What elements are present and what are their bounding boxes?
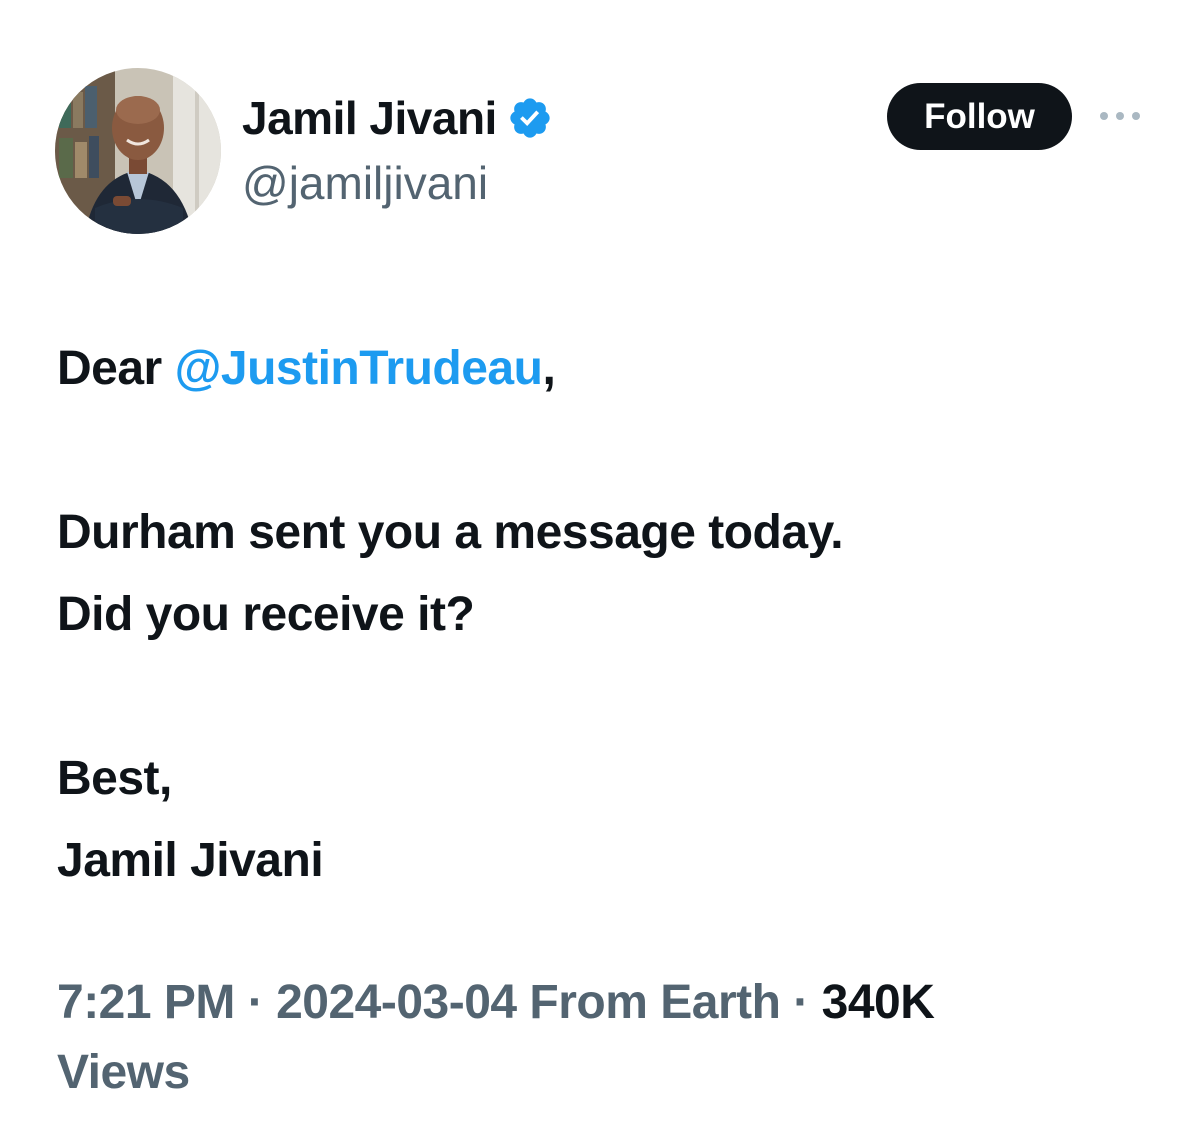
- tweet-text: Dear @JustinTrudeau, Durham sent you a m…: [57, 328, 1157, 902]
- tweet-meta: 7:21 PM · 2024-03-04 From Earth · 340K V…: [57, 968, 1157, 1108]
- tweet-line-3: Did you receive it?: [57, 588, 475, 641]
- tweet-line-greeting: Dear @JustinTrudeau,: [57, 328, 1157, 410]
- more-horizontal-icon[interactable]: [1098, 104, 1142, 128]
- tweet-line-5: Jamil Jivani: [57, 834, 324, 887]
- tweet-line-2: Durham sent you a message today.: [57, 506, 844, 559]
- mention-link[interactable]: @JustinTrudeau: [175, 342, 543, 395]
- tweet-date[interactable]: 2024-03-04: [276, 976, 517, 1029]
- author-display-name[interactable]: Jamil Jivani: [242, 95, 497, 141]
- views-label[interactable]: Views: [57, 1046, 190, 1099]
- meta-separator: ·: [234, 976, 277, 1029]
- avatar[interactable]: [55, 68, 221, 234]
- views-count[interactable]: 340K: [822, 976, 935, 1029]
- greeting-suffix: ,: [542, 342, 556, 395]
- author-handle[interactable]: @jamiljivani: [242, 160, 488, 206]
- meta-separator: ·: [780, 976, 822, 1029]
- tweet-line-4: Best,: [57, 752, 172, 805]
- greeting-prefix: Dear: [57, 342, 175, 395]
- tweet-time[interactable]: 7:21 PM: [57, 976, 235, 1029]
- author-name-row[interactable]: Jamil Jivani: [242, 88, 553, 148]
- avatar-image: [55, 68, 221, 234]
- tweet-source: From Earth: [516, 976, 781, 1029]
- verified-badge-icon: [507, 95, 553, 141]
- follow-button[interactable]: Follow: [887, 83, 1072, 150]
